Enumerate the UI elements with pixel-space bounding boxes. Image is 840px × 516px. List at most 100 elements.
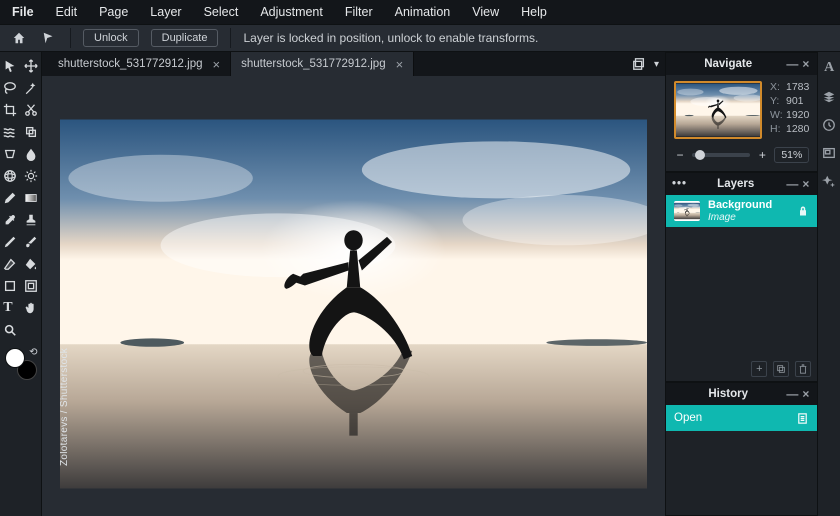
color-swatch[interactable]: ⟲ — [5, 348, 37, 380]
home-icon[interactable] — [10, 29, 28, 47]
tab-title: shutterstock_531772912.jpg — [241, 58, 386, 70]
canvas-image: Zolotarevs / Shutterstock — [60, 110, 647, 498]
history-panel-icon[interactable] — [822, 118, 836, 132]
menu-layer[interactable]: Layer — [150, 5, 181, 19]
wand-icon[interactable] — [21, 78, 42, 98]
close-icon[interactable]: × — [213, 57, 221, 72]
right-panel-strip: A — [817, 52, 840, 516]
layers-panel: ••• Layers ― × Background Image — [666, 172, 817, 382]
layer-name: Background — [708, 199, 772, 211]
sponge-icon[interactable] — [0, 144, 21, 164]
optionbar-hint: Layer is locked in position, unlock to e… — [243, 31, 538, 45]
layer-thumbnail — [674, 201, 700, 221]
text-icon[interactable]: T — [0, 298, 21, 318]
chevron-down-icon[interactable]: ▾ — [654, 59, 659, 70]
cut-icon[interactable] — [21, 100, 42, 120]
lasso-icon[interactable] — [0, 78, 21, 98]
gradient-icon[interactable] — [21, 188, 42, 208]
document-tabs: shutterstock_531772912.jpg × shutterstoc… — [42, 52, 665, 76]
zoom-slider[interactable]: − + 51% — [666, 147, 817, 171]
panel-title: Navigate — [672, 58, 784, 70]
zoom-icon[interactable] — [0, 320, 21, 340]
shape-icon[interactable] — [0, 276, 21, 296]
arrange-icon[interactable] — [40, 29, 58, 47]
arrow-icon[interactable] — [0, 56, 21, 76]
nav-w: 1920 — [786, 109, 809, 121]
history-item[interactable]: Open — [666, 405, 817, 431]
layers-panel-icon[interactable] — [822, 90, 836, 104]
history-panel: History ― × Open — [666, 382, 817, 516]
panel-menu-icon[interactable]: ••• — [672, 178, 687, 190]
navigate-panel: Navigate ― × X:1783 Y:901 W:1920 H:1280 … — [666, 52, 817, 172]
hand-icon[interactable] — [21, 298, 42, 318]
frame-icon[interactable] — [21, 276, 42, 296]
menu-animation[interactable]: Animation — [395, 5, 451, 19]
globe-icon[interactable] — [0, 166, 21, 186]
zoom-value[interactable]: 51% — [774, 147, 809, 163]
nav-panel-icon[interactable] — [822, 146, 836, 160]
windows-icon[interactable] — [632, 57, 646, 71]
brush-icon[interactable] — [21, 232, 42, 252]
divider — [230, 28, 231, 48]
unlock-button[interactable]: Unlock — [83, 29, 139, 47]
close-icon[interactable]: × — [396, 57, 404, 72]
panel-title: Layers — [687, 178, 784, 190]
menu-file[interactable]: File — [12, 5, 34, 19]
liquify-icon[interactable] — [0, 122, 21, 142]
zoom-in-button[interactable]: + — [756, 148, 768, 162]
minimize-icon[interactable]: ― — [784, 387, 800, 401]
tab-title: shutterstock_531772912.jpg — [58, 58, 203, 70]
close-icon[interactable]: × — [800, 177, 811, 191]
nav-y: 901 — [786, 95, 809, 107]
add-layer-button[interactable]: + — [751, 361, 767, 377]
menu-view[interactable]: View — [472, 5, 499, 19]
eyedropper-icon[interactable] — [0, 210, 21, 230]
lock-icon[interactable] — [797, 205, 809, 217]
duplicate-layer-button[interactable] — [773, 361, 789, 377]
foreground-color[interactable] — [5, 348, 25, 368]
nav-x: 1783 — [786, 81, 809, 93]
close-icon[interactable]: × — [800, 387, 811, 401]
text-panel-icon[interactable]: A — [824, 60, 834, 76]
effects-panel-icon[interactable] — [822, 174, 836, 188]
document-icon — [796, 412, 809, 425]
watermark-text: Zolotarevs / Shutterstock — [60, 348, 70, 466]
optionbar: Unlock Duplicate Layer is locked in posi… — [0, 24, 840, 52]
tab-document-2[interactable]: shutterstock_531772912.jpg × — [231, 52, 414, 76]
zoom-thumb[interactable] — [695, 150, 705, 160]
clone-icon[interactable] — [21, 122, 42, 142]
zoom-track[interactable] — [692, 153, 750, 157]
canvas-area[interactable]: Zolotarevs / Shutterstock — [42, 76, 665, 516]
toolbox: T ⟲ — [0, 52, 42, 516]
panel-title: History — [672, 388, 784, 400]
fill-icon[interactable] — [21, 254, 42, 274]
layer-row[interactable]: Background Image — [666, 195, 817, 227]
delete-layer-button[interactable] — [795, 361, 811, 377]
stamp-icon[interactable] — [21, 210, 42, 230]
menu-help[interactable]: Help — [521, 5, 547, 19]
divider — [70, 28, 71, 48]
eraser-icon[interactable] — [0, 254, 21, 274]
menu-edit[interactable]: Edit — [56, 5, 78, 19]
blur-icon[interactable] — [21, 144, 42, 164]
navigate-thumbnail[interactable] — [674, 81, 762, 139]
close-icon[interactable]: × — [800, 57, 811, 71]
dodge-icon[interactable] — [21, 166, 42, 186]
move-icon[interactable] — [21, 56, 42, 76]
swap-colors-icon[interactable]: ⟲ — [29, 347, 37, 358]
crop-icon[interactable] — [0, 100, 21, 120]
minimize-icon[interactable]: ― — [784, 177, 800, 191]
layer-kind: Image — [708, 212, 772, 223]
menu-page[interactable]: Page — [99, 5, 128, 19]
zoom-out-button[interactable]: − — [674, 148, 686, 162]
menu-adjustment[interactable]: Adjustment — [260, 5, 323, 19]
pen-icon[interactable] — [0, 188, 21, 208]
minimize-icon[interactable]: ― — [784, 57, 800, 71]
more-icon[interactable] — [21, 320, 42, 340]
tab-document-1[interactable]: shutterstock_531772912.jpg × — [48, 52, 231, 76]
menubar: File Edit Page Layer Select Adjustment F… — [0, 0, 840, 24]
menu-filter[interactable]: Filter — [345, 5, 373, 19]
pencil-icon[interactable] — [0, 232, 21, 252]
duplicate-button[interactable]: Duplicate — [151, 29, 219, 47]
menu-select[interactable]: Select — [204, 5, 239, 19]
